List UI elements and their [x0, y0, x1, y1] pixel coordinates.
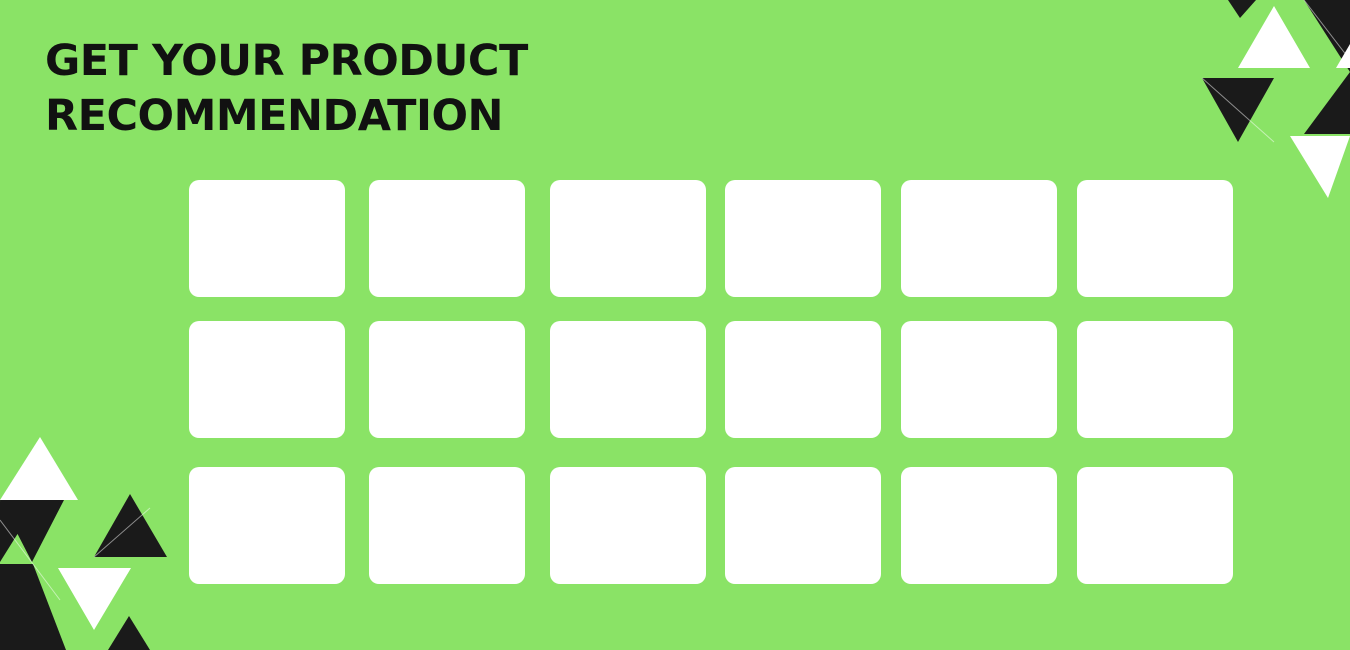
triangle-shape — [1238, 6, 1310, 68]
triangle-decoration — [0, 0, 1350, 650]
triangle-shape — [0, 437, 78, 500]
triangle-shape — [108, 616, 150, 650]
top-right-triangles — [1201, 0, 1350, 198]
triangle-shape — [1228, 0, 1256, 18]
triangle-shape — [1304, 72, 1350, 134]
triangle-shape — [1290, 136, 1350, 198]
bottom-left-triangles — [0, 437, 167, 650]
triangle-shape — [0, 564, 66, 650]
triangle-shape — [58, 568, 131, 630]
